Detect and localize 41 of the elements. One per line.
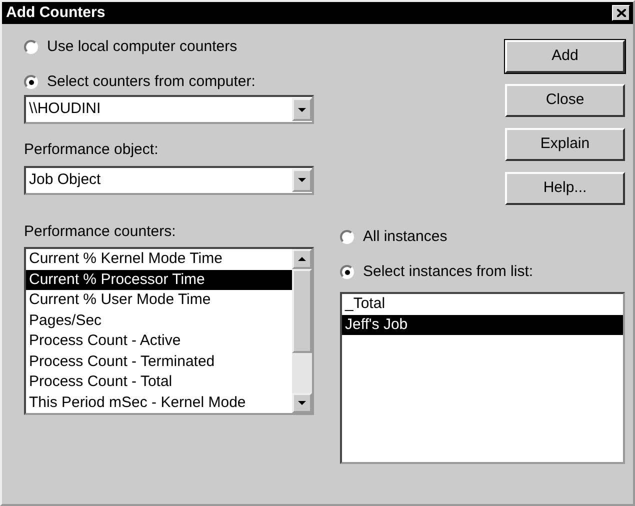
dropdown-button[interactable]	[292, 168, 312, 192]
list-item[interactable]: This Period mSec - Kernel Mode	[26, 392, 292, 413]
scroll-down-button[interactable]	[292, 393, 312, 413]
field-value: Job Object	[29, 170, 101, 190]
list-item[interactable]: Current % Processor Time	[26, 270, 292, 290]
radio-button[interactable]	[340, 265, 354, 279]
radio-button[interactable]	[24, 40, 38, 54]
list-item[interactable]: _Total	[342, 294, 623, 314]
list-item[interactable]: Current % Kernel Mode Time	[26, 249, 292, 270]
field-label: Performance counters:	[24, 222, 177, 242]
radio-label[interactable]: Select counters from computer:	[47, 70, 256, 94]
computer-combobox[interactable]: \\HOUDINI	[24, 95, 314, 124]
object-combobox[interactable]: Job Object	[24, 166, 314, 194]
list-item[interactable]: Jeff's Job	[342, 314, 623, 335]
radio-label[interactable]: All instances	[363, 226, 448, 248]
dialog-button[interactable]: Add	[505, 40, 625, 73]
list-item[interactable]: Pages/Sec	[26, 310, 292, 331]
close-button[interactable]	[612, 5, 630, 21]
down-arrow-icon	[298, 401, 306, 405]
radio-label[interactable]: Select instances from list:	[363, 260, 534, 284]
scroll-up-button[interactable]	[292, 249, 312, 269]
field-value: \\HOUDINI	[29, 99, 101, 120]
radio-button[interactable]	[24, 75, 38, 89]
close-icon	[616, 9, 626, 17]
scrollbar[interactable]	[292, 249, 312, 413]
down-arrow-icon	[298, 178, 306, 182]
dialog-button[interactable]: Close	[505, 84, 625, 117]
window-title: Add Counters	[6, 2, 106, 23]
list-item[interactable]: Current % User Mode Time	[26, 290, 292, 310]
radio-label[interactable]: Use local computer counters	[47, 36, 238, 58]
dialog-button[interactable]: Help...	[505, 172, 625, 205]
dropdown-button[interactable]	[292, 98, 312, 121]
down-arrow-icon	[298, 108, 306, 112]
scroll-thumb[interactable]	[292, 269, 312, 353]
radio-button[interactable]	[340, 230, 354, 244]
dialog-button[interactable]: Explain	[505, 128, 625, 161]
field-label: Performance object:	[24, 140, 160, 160]
up-arrow-icon	[298, 257, 306, 261]
list-item[interactable]: Process Count - Terminated	[26, 352, 292, 372]
list-item[interactable]: Process Count - Total	[26, 372, 292, 392]
list-item[interactable]: Process Count - Active	[26, 331, 292, 352]
